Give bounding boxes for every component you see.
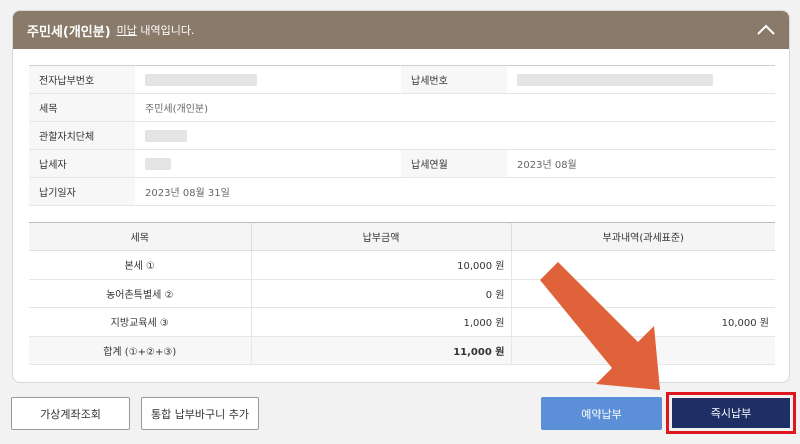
panel-title: 주민세(개인분)	[27, 24, 111, 40]
info-table: 전자납부번호 납세번호 세목 주민세(개인분) 관할자치단체 납세자 납세연월 …	[29, 65, 775, 206]
row-name: 본세 ①	[29, 250, 251, 280]
col-header-item: 세목	[29, 222, 251, 251]
panel-status: 미납 내역입니다.	[117, 22, 195, 38]
row-name: 지방교육세 ③	[29, 307, 251, 337]
masked-value	[145, 73, 257, 86]
status-suffix: 내역입니다.	[136, 24, 195, 37]
taxpayer-label: 납세자	[29, 149, 135, 178]
row-name: 합계 (①+②+③)	[29, 336, 251, 365]
masked-value	[517, 73, 713, 86]
pay-now-button[interactable]: 즉시납부	[672, 398, 790, 428]
tax-item-value: 주민세(개인분)	[135, 93, 775, 122]
tax-no-value	[507, 65, 775, 94]
status-word: 미납	[116, 24, 137, 37]
collapse-button[interactable]	[755, 20, 777, 40]
tax-item-label: 세목	[29, 93, 135, 122]
tax-month-label: 납세연월	[401, 149, 507, 178]
row-amount: 1,000 원	[250, 307, 511, 337]
taxpayer-value	[135, 149, 401, 178]
e-payment-no-value	[135, 65, 401, 94]
pointer-arrow-icon	[540, 262, 660, 390]
row-amount: 11,000 원	[250, 336, 511, 365]
e-payment-no-label: 전자납부번호	[29, 65, 135, 94]
pay-now-highlight: 즉시납부	[666, 392, 796, 434]
col-header-amount: 납부금액	[250, 222, 511, 251]
tax-month-value: 2023년 08월	[507, 149, 775, 178]
row-amount: 10,000 원	[250, 250, 511, 280]
due-date-label: 납기일자	[29, 177, 135, 206]
panel-header: 주민세(개인분) 미납 내역입니다.	[13, 11, 789, 49]
virtual-account-button[interactable]: 가상계좌조회	[11, 397, 130, 430]
add-to-cart-button[interactable]: 통합 납부바구니 추가	[141, 397, 259, 430]
masked-value	[145, 157, 171, 170]
masked-value	[145, 129, 187, 142]
due-date-value: 2023년 08월 31일	[135, 177, 775, 206]
local-gov-label: 관할자치단체	[29, 121, 135, 150]
row-name: 농어촌특별세 ②	[29, 279, 251, 308]
local-gov-value	[135, 121, 775, 150]
table-header-row: 세목 납부금액 부과내역(과세표준)	[29, 222, 775, 251]
chevron-up-icon	[757, 24, 775, 35]
col-header-base: 부과내역(과세표준)	[510, 222, 775, 251]
row-amount: 0 원	[250, 279, 511, 308]
tax-no-label: 납세번호	[401, 65, 507, 94]
